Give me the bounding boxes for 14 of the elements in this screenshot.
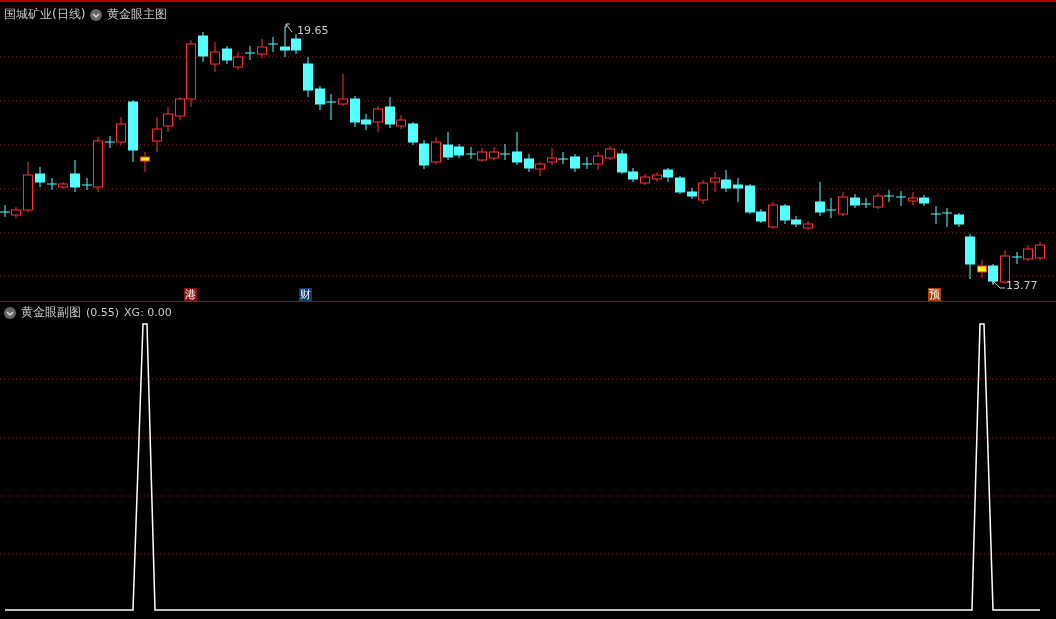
low-arrow-icon — [992, 280, 1006, 289]
indicator-name[interactable]: 黄金眼副图 — [21, 304, 81, 321]
dropdown-icon[interactable] — [90, 8, 103, 21]
high-arrow-icon — [285, 23, 293, 33]
low-price-label: 13.77 — [1006, 279, 1038, 292]
indicator-value: XG: 0.00 — [124, 306, 172, 319]
indicator-name[interactable]: 黄金眼主图 — [107, 6, 168, 23]
event-marker[interactable]: 港 — [184, 288, 197, 301]
stock-title: 国城矿业(日线) — [4, 6, 86, 23]
indicator-params: (0.55) — [86, 306, 120, 319]
high-price-label: 19.65 — [297, 24, 329, 37]
event-marker[interactable]: 财 — [299, 288, 312, 301]
dropdown-icon[interactable] — [4, 306, 16, 319]
event-marker[interactable]: 预 — [928, 288, 941, 301]
